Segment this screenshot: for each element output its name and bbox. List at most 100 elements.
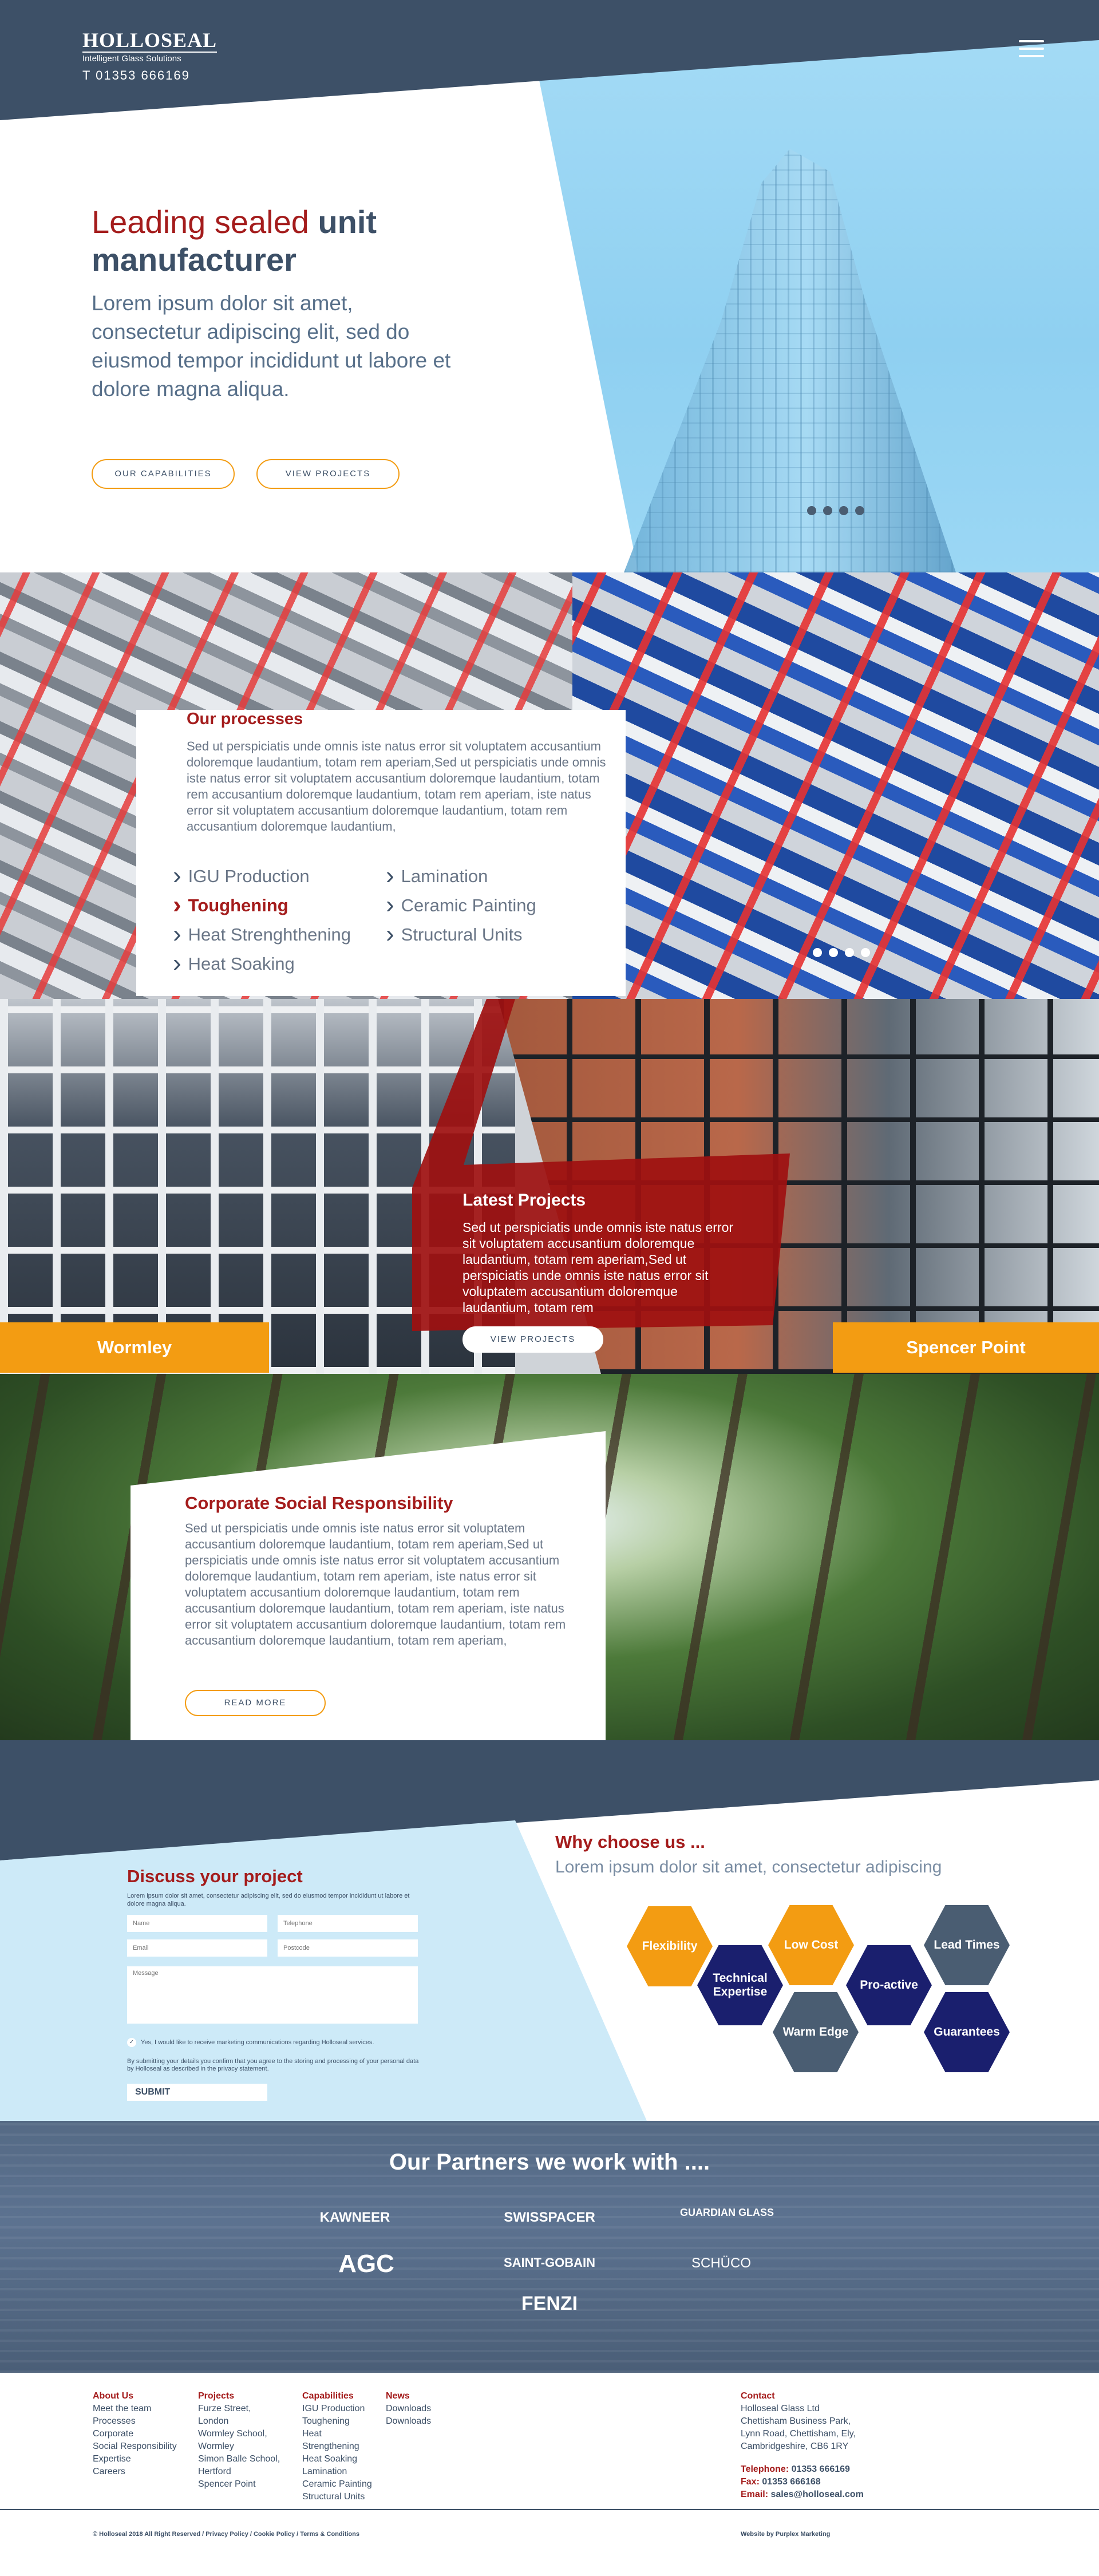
hex-flexibility[interactable]: Flexibility xyxy=(627,1906,713,1986)
partner-logo-fenzi[interactable]: FENZI xyxy=(492,2293,607,2315)
hex-lead-times[interactable]: Lead Times xyxy=(924,1905,1010,1985)
footer-link[interactable]: Wormley School, xyxy=(198,2428,280,2440)
slider-dot[interactable] xyxy=(807,506,816,515)
footer-link[interactable]: Meet the team xyxy=(93,2403,177,2415)
process-lamination[interactable]: Lamination xyxy=(386,862,536,891)
footer-link[interactable]: Downloads xyxy=(386,2403,431,2415)
footer-contact-column: Contact Holloseal Glass Ltd Chettisham B… xyxy=(741,2390,864,2501)
footer-link[interactable]: Hertford xyxy=(198,2466,280,2478)
discuss-top-band xyxy=(0,1740,1099,1860)
slider-dot[interactable] xyxy=(823,506,832,515)
footer-divider xyxy=(0,2509,1099,2510)
site-logo[interactable]: HOLLOSEAL Intelligent Glass Solutions T … xyxy=(82,29,218,83)
footer-link[interactable]: London xyxy=(198,2415,280,2428)
why-title: Why choose us ... xyxy=(555,1832,705,1852)
footer-link[interactable]: Structural Units xyxy=(302,2491,372,2503)
hex-low-cost[interactable]: Low Cost xyxy=(768,1905,854,1985)
email-field[interactable] xyxy=(127,1939,267,1957)
consent-checkbox[interactable]: ✓ xyxy=(127,2038,136,2047)
hex-warm-edge[interactable]: Warm Edge xyxy=(773,1992,859,2072)
contact-fax-label: Fax: xyxy=(741,2477,760,2487)
contact-email-label: Email: xyxy=(741,2490,769,2499)
footer-link[interactable]: Careers xyxy=(93,2466,177,2478)
partner-logo-swisspacer[interactable]: SWISSPACER xyxy=(492,2210,607,2226)
footer-capabilities-title: Capabilities xyxy=(302,2391,354,2401)
footer-link[interactable]: Simon Balle School, xyxy=(198,2453,280,2466)
csr-title: Corporate Social Responsibility xyxy=(185,1493,453,1513)
footer-link[interactable]: Toughening xyxy=(302,2415,372,2428)
projects-view-button[interactable]: VIEW PROJECTS xyxy=(462,1326,603,1353)
partners-title: Our Partners we work with .... xyxy=(389,2150,710,2175)
footer-link[interactable]: Expertise xyxy=(93,2453,177,2466)
footer-link[interactable]: Furze Street, xyxy=(198,2403,280,2415)
footer-link[interactable]: Social Responsibility xyxy=(93,2440,177,2453)
partner-logo-kawneer[interactable]: KAWNEER xyxy=(298,2210,412,2226)
telephone-field[interactable] xyxy=(278,1915,418,1932)
our-capabilities-button[interactable]: OUR CAPABILITIES xyxy=(92,459,235,489)
footer-link[interactable]: Heat Soaking xyxy=(302,2453,372,2466)
discuss-title-a: Discuss your xyxy=(127,1866,239,1886)
contact-address-line: Chettisham Business Park, xyxy=(741,2416,851,2426)
submit-button[interactable]: SUBMIT xyxy=(127,2084,267,2101)
processes-body: Sed ut perspiciatis unde omnis iste natu… xyxy=(187,739,606,833)
hero-title-accent: Leading sealed xyxy=(92,204,309,240)
partner-logo-saint-gobain[interactable]: SAINT-GOBAIN xyxy=(492,2255,607,2270)
hex-guarantees[interactable]: Guarantees xyxy=(924,1992,1010,2072)
processes-list-col1: IGU Production Toughening Heat Strenghth… xyxy=(173,862,351,978)
footer-credit[interactable]: Website by Purplex Marketing xyxy=(741,2531,830,2538)
footer-legal-links[interactable]: © Holloseal 2018 All Right Reserved / Pr… xyxy=(93,2531,359,2538)
footer-link[interactable]: IGU Production xyxy=(302,2403,372,2415)
discuss-why-section: Discuss your project Lorem ipsum dolor s… xyxy=(0,1740,1099,2121)
footer-link[interactable]: Strengthening xyxy=(302,2440,372,2453)
partner-logo-schuco[interactable]: SCHÜCO xyxy=(664,2255,778,2271)
logo-wordmark: HOLLOSEAL xyxy=(82,29,218,53)
footer-about-column: About Us Meet the team Processes Corpora… xyxy=(93,2390,177,2478)
contact-telephone[interactable]: Telephone: 01353 666169 xyxy=(741,2463,864,2476)
project-tag-wormley[interactable]: Wormley xyxy=(0,1322,269,1373)
footer-projects-title: Projects xyxy=(198,2391,235,2401)
slider-dot[interactable] xyxy=(839,506,848,515)
name-field[interactable] xyxy=(127,1915,267,1932)
footer-link[interactable]: Ceramic Painting xyxy=(302,2478,372,2491)
why-subtitle: Lorem ipsum dolor sit amet, consectetur … xyxy=(555,1858,942,1876)
csr-read-more-button[interactable]: READ MORE xyxy=(185,1690,326,1716)
footer-news-column: News Downloads Downloads xyxy=(386,2390,431,2428)
process-structural-units[interactable]: Structural Units xyxy=(386,920,536,949)
projects-section: Latest Projects Sed ut perspiciatis unde… xyxy=(0,999,1099,1374)
projects-title: Latest Projects xyxy=(462,1191,586,1210)
discuss-intro: Lorem ipsum dolor sit amet, consectetur … xyxy=(127,1893,410,1907)
project-tag-spencer-point[interactable]: Spencer Point xyxy=(833,1322,1099,1373)
process-ceramic-painting[interactable]: Ceramic Painting xyxy=(386,891,536,920)
process-toughening[interactable]: Toughening xyxy=(173,891,351,920)
view-projects-button[interactable]: VIEW PROJECTS xyxy=(256,459,400,489)
process-igu-production[interactable]: IGU Production xyxy=(173,862,351,891)
footer-link[interactable]: Lamination xyxy=(302,2466,372,2478)
hamburger-menu-icon[interactable] xyxy=(1019,40,1044,60)
slider-dot[interactable] xyxy=(845,948,854,957)
hex-technical-expertise[interactable]: Technical Expertise xyxy=(697,1945,783,2025)
partner-logo-guardian-glass[interactable]: GUARDIAN GLASS xyxy=(664,2207,790,2219)
slider-dot[interactable] xyxy=(861,948,870,957)
process-heat-strengthening[interactable]: Heat Strenghthening xyxy=(173,920,351,949)
partners-section: Our Partners we work with .... KAWNEER S… xyxy=(0,2121,1099,2373)
slider-dot[interactable] xyxy=(855,506,864,515)
processes-slider-dots xyxy=(813,948,870,957)
partner-logo-agc[interactable]: AGC xyxy=(309,2250,424,2278)
logo-tagline: Intelligent Glass Solutions xyxy=(82,54,181,64)
footer-link[interactable]: Wormley xyxy=(198,2440,280,2453)
contact-fax: Fax: 01353 666168 xyxy=(741,2476,864,2488)
footer-link[interactable]: Spencer Point xyxy=(198,2478,280,2491)
postcode-field[interactable] xyxy=(278,1939,418,1957)
hex-pro-active[interactable]: Pro-active xyxy=(846,1945,932,2025)
contact-email-value: sales@holloseal.com xyxy=(770,2490,864,2499)
footer-link[interactable]: Processes xyxy=(93,2415,177,2428)
contact-email[interactable]: Email: sales@holloseal.com xyxy=(741,2488,864,2501)
slider-dot[interactable] xyxy=(829,948,838,957)
header-phone[interactable]: T 01353 666169 xyxy=(82,68,217,83)
footer-link[interactable]: Downloads xyxy=(386,2415,431,2428)
message-field[interactable] xyxy=(127,1966,418,2024)
footer-link[interactable]: Heat xyxy=(302,2428,372,2440)
footer-link[interactable]: Corporate xyxy=(93,2428,177,2440)
process-heat-soaking[interactable]: Heat Soaking xyxy=(173,949,351,978)
slider-dot[interactable] xyxy=(813,948,822,957)
